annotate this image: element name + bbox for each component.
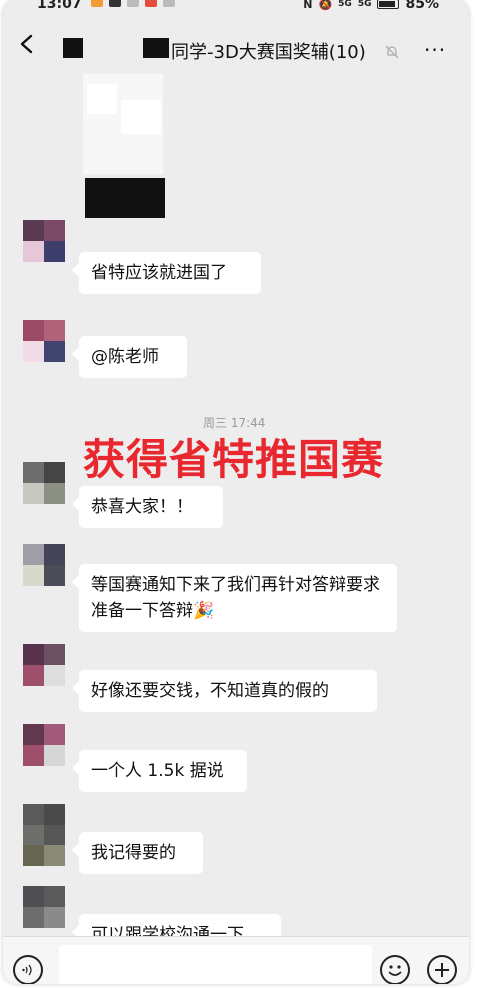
member-avatar[interactable] [23, 462, 65, 504]
plus-icon[interactable] [427, 955, 457, 984]
chat-bubble[interactable]: 好像还要交钱，不知道真的假的 [79, 670, 377, 712]
member-avatar[interactable] [23, 724, 65, 766]
status-time: 13:07 [37, 0, 82, 12]
back-arrow-icon[interactable] [13, 28, 41, 60]
nfc-icon: N [303, 0, 313, 11]
overlay-caption: 获得省特推国赛 [83, 435, 385, 484]
member-avatar[interactable] [23, 220, 65, 262]
message-text: @陈老师 [91, 347, 159, 367]
message-input[interactable] [59, 945, 372, 984]
message-text: 省特应该就进国了 [91, 263, 227, 283]
chat-bubble[interactable]: 可以跟学校沟通一下 [79, 914, 281, 936]
message-text: 等国赛通知下来了我们再针对答辩要求准备一下答辩🎉 [91, 575, 380, 621]
chat-bubble[interactable]: 一个人 1.5k 据说 [79, 750, 247, 792]
redacted-title-block [63, 38, 83, 58]
battery-percent: 85% [405, 0, 439, 12]
member-avatar[interactable] [23, 320, 65, 362]
chat-title: 同学-3D大赛国奖辅(10) [171, 42, 366, 63]
status-notification-icons [91, 0, 175, 7]
redacted-title-block [143, 38, 169, 58]
member-avatar[interactable] [23, 644, 65, 686]
message-text: 一个人 1.5k 据说 [91, 761, 224, 781]
signal-icon: 5G [338, 0, 352, 9]
chat-bubble[interactable]: 等国赛通知下来了我们再针对答辩要求准备一下答辩🎉 [79, 564, 397, 632]
app-notification-icon [145, 0, 157, 7]
member-avatar[interactable] [23, 544, 65, 586]
chat-bubble[interactable]: 省特应该就进国了 [79, 252, 261, 294]
app-notification-icon [163, 0, 175, 7]
chat-bubble[interactable]: 我记得要的 [79, 832, 203, 874]
status-bar: 13:07 N 🔕 5G 5G 85% [3, 0, 469, 16]
message-text: 我记得要的 [91, 843, 176, 863]
app-notification-icon [127, 0, 139, 7]
status-system-icons: N 🔕 5G 5G 85% [303, 0, 439, 12]
input-bar [3, 936, 469, 984]
chat-bubble[interactable]: @陈老师 [79, 336, 187, 378]
app-notification-icon [109, 0, 121, 7]
message-text: 可以跟学校沟通一下 [91, 925, 244, 936]
battery-icon [377, 0, 400, 9]
phone-screen: 13:07 N 🔕 5G 5G 85% 同学-3D大赛国奖辅(10) ··· 省… [3, 0, 469, 984]
chat-bubble[interactable]: 恭喜大家！！ [79, 486, 223, 528]
member-avatar[interactable] [23, 886, 65, 928]
signal-icon: 5G [357, 0, 372, 9]
message-text: 恭喜大家！！ [91, 497, 193, 517]
mute-status-icon: 🔕 [318, 0, 333, 11]
voice-input-icon[interactable] [13, 955, 43, 984]
app-notification-icon [91, 0, 103, 7]
mute-bell-icon [385, 45, 399, 59]
chat-header: 同学-3D大赛国奖辅(10) ··· [3, 16, 469, 74]
chat-message-list[interactable]: 省特应该就进国了 @陈老师 周三 17:44 获得省特推国赛 恭喜大家！！ 等国… [3, 74, 469, 936]
more-options-icon[interactable]: ··· [424, 38, 446, 62]
member-avatar[interactable] [23, 804, 65, 866]
message-text: 好像还要交钱，不知道真的假的 [91, 681, 329, 701]
emoji-icon[interactable] [380, 955, 410, 984]
